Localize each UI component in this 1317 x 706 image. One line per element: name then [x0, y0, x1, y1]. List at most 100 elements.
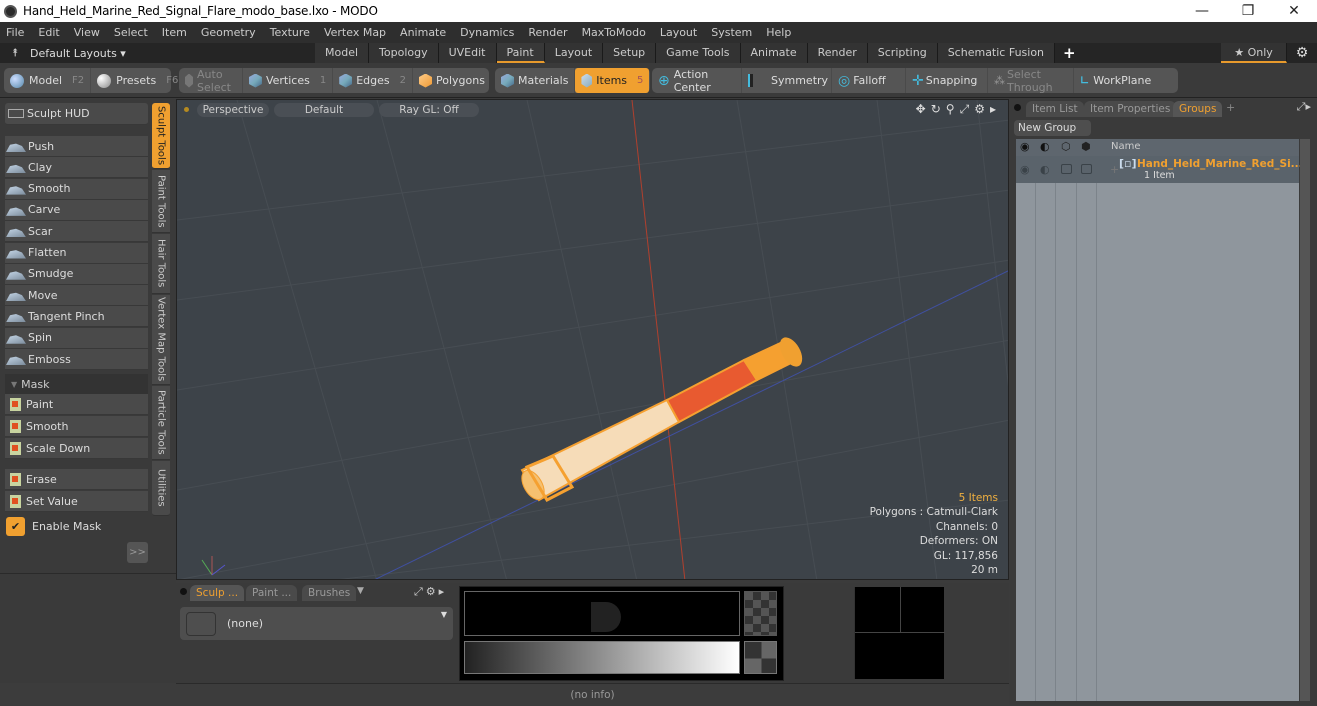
mask-tool-set-value[interactable]: Set Value	[5, 491, 148, 512]
tab-animate[interactable]: Animate	[740, 43, 808, 63]
tabs-dropdown-icon[interactable]: ▼	[357, 586, 364, 596]
tab-item-properties[interactable]: Item Properties	[1084, 101, 1177, 117]
panel-expand-icon[interactable]: ⤢▸	[1297, 100, 1311, 114]
select-column-icon[interactable]: ⬢	[1081, 140, 1091, 153]
expand-plus-icon[interactable]: +	[1110, 163, 1119, 176]
rotate-icon[interactable]: ↻	[931, 102, 941, 117]
vertices-button[interactable]: Vertices 1	[243, 68, 334, 93]
mask-tool-paint[interactable]: Paint	[5, 394, 148, 415]
minimize-button[interactable]: —	[1179, 3, 1225, 19]
row-visibility-icon[interactable]: ◉	[1020, 163, 1030, 176]
vtab-particle-tools[interactable]: Particle Tools	[152, 386, 170, 460]
sculpt-tool-spin[interactable]: Spin	[5, 327, 148, 349]
falloff-button[interactable]: ◎ Falloff	[832, 68, 906, 93]
only-toggle[interactable]: ★ Only	[1221, 43, 1287, 63]
sculpt-tool-smudge[interactable]: Smudge	[5, 263, 148, 285]
menu-texture[interactable]: Texture	[270, 26, 310, 39]
tab-scripting[interactable]: Scripting	[867, 43, 938, 63]
row-lock-checkbox[interactable]	[1061, 164, 1072, 174]
sculpt-tool-carve[interactable]: Carve	[5, 199, 148, 221]
tab-setup[interactable]: Setup	[603, 43, 657, 63]
sculpt-tool-flatten[interactable]: Flatten	[5, 242, 148, 264]
close-button[interactable]: ✕	[1271, 3, 1317, 19]
tab-sculpt-brushes[interactable]: Sculp ...	[190, 585, 245, 601]
view-type-button[interactable]: Perspective	[197, 103, 269, 117]
workplane-button[interactable]: ∟ WorkPlane	[1074, 68, 1157, 93]
sculpt-tool-emboss[interactable]: Emboss	[5, 349, 148, 370]
new-group-button[interactable]: New Group	[1014, 120, 1091, 136]
sculpt-tool-tangent-pinch[interactable]: Tangent Pinch	[5, 306, 148, 328]
sculpt-hud-button[interactable]: Sculpt HUD	[5, 103, 148, 125]
lock-column-icon[interactable]: ⬡	[1061, 140, 1071, 153]
raygl-button[interactable]: Ray GL: Off	[379, 103, 479, 117]
items-button[interactable]: Items 5	[575, 68, 650, 93]
3d-viewport[interactable]: Perspective Default Ray GL: Off ✥ ↻ ⚲ ⤢ …	[176, 99, 1009, 580]
action-center-button[interactable]: ⊕ Action Center	[652, 68, 742, 94]
default-layouts-dropdown[interactable]: Default Layouts ▾	[30, 47, 315, 60]
tab-uvedit[interactable]: UVEdit	[438, 43, 497, 63]
tab-schematic-fusion[interactable]: Schematic Fusion	[937, 43, 1056, 63]
menu-maxtomodo[interactable]: MaxToModo	[582, 26, 646, 39]
menu-edit[interactable]: Edit	[38, 26, 59, 39]
model-button[interactable]: Model F2	[4, 68, 92, 93]
panel-controls[interactable]: ⤢⚙▸	[414, 585, 447, 599]
tab-layout[interactable]: Layout	[544, 43, 604, 63]
tab-brushes[interactable]: Brushes	[302, 585, 357, 601]
row-select-checkbox[interactable]	[1081, 164, 1092, 174]
row-render-icon[interactable]: ◐	[1040, 163, 1050, 176]
zoom-icon[interactable]: ⚲	[946, 102, 955, 117]
enable-mask-checkbox[interactable]: ✔ Enable Mask	[6, 517, 101, 536]
tab-render[interactable]: Render	[807, 43, 868, 63]
presets-button[interactable]: Presets F6	[91, 68, 184, 93]
gear-icon[interactable]: ⚙	[1287, 45, 1317, 61]
tab-model[interactable]: Model	[315, 43, 370, 63]
polygons-button[interactable]: Polygons	[413, 68, 491, 93]
panel-menu-icon[interactable]	[1014, 104, 1021, 111]
sculpt-tool-push[interactable]: Push	[5, 136, 148, 157]
edges-button[interactable]: Edges 2	[333, 68, 413, 93]
viewport-gear-icon[interactable]: ⚙	[974, 102, 985, 117]
groups-scrollbar[interactable]	[1300, 139, 1310, 701]
symmetry-button[interactable]: Symmetry	[742, 68, 832, 93]
tab-topology[interactable]: Topology	[369, 43, 439, 63]
mask-tool-erase[interactable]: Erase	[5, 469, 148, 490]
restore-button[interactable]: ❐	[1225, 3, 1271, 19]
vtab-utilities[interactable]: Utilities	[152, 461, 170, 516]
tab-paint[interactable]: Paint	[496, 43, 545, 63]
expand-button[interactable]: >>	[127, 542, 148, 563]
shading-button[interactable]: Default	[274, 103, 374, 117]
sculpt-tool-scar[interactable]: Scar	[5, 221, 148, 243]
tab-item-list[interactable]: Item List	[1026, 101, 1084, 117]
mask-tool-scale-down[interactable]: Scale Down	[5, 438, 148, 459]
auto-select-button[interactable]: Auto Select	[179, 68, 243, 94]
mask-tool-smooth[interactable]: Smooth	[5, 416, 148, 437]
add-layout-button[interactable]: +	[1055, 44, 1084, 62]
render-column-icon[interactable]: ◐	[1040, 140, 1050, 153]
sculpt-tool-smooth[interactable]: Smooth	[5, 178, 148, 200]
tab-groups[interactable]: Groups	[1173, 101, 1223, 117]
name-column-header[interactable]: Name	[1111, 141, 1141, 152]
sculpt-tool-clay[interactable]: Clay	[5, 157, 148, 179]
menu-geometry[interactable]: Geometry	[201, 26, 256, 39]
add-tab-button[interactable]: +	[1226, 101, 1235, 114]
menu-file[interactable]: File	[6, 26, 24, 39]
visibility-column-icon[interactable]: ◉	[1020, 140, 1030, 153]
group-row[interactable]: ◉ ◐ + [▫] Hand_Held_Marine_Red_Si... 1 I…	[1016, 156, 1303, 183]
pan-icon[interactable]: ✥	[916, 102, 926, 117]
select-through-button[interactable]: ⁂ Select Through	[988, 68, 1074, 94]
viewport-menu-arrow-icon[interactable]: ▸	[990, 102, 996, 117]
materials-button[interactable]: Materials	[495, 68, 576, 93]
menu-vertex-map[interactable]: Vertex Map	[324, 26, 386, 39]
sculpt-tool-move[interactable]: Move	[5, 285, 148, 307]
menu-view[interactable]: View	[74, 26, 100, 39]
maximize-icon[interactable]: ⤢	[960, 102, 970, 117]
menu-animate[interactable]: Animate	[400, 26, 446, 39]
menu-dynamics[interactable]: Dynamics	[460, 26, 514, 39]
vtab-sculpt-tools[interactable]: Sculpt Tools	[152, 103, 170, 169]
menu-item[interactable]: Item	[162, 26, 187, 39]
vtab-hair-tools[interactable]: Hair Tools	[152, 234, 170, 294]
tab-game-tools[interactable]: Game Tools	[656, 43, 741, 63]
menu-help[interactable]: Help	[766, 26, 791, 39]
layout-up-icon[interactable]: ⯭	[0, 46, 30, 60]
brush-preset-dropdown[interactable]: (none) ▼	[180, 607, 453, 640]
